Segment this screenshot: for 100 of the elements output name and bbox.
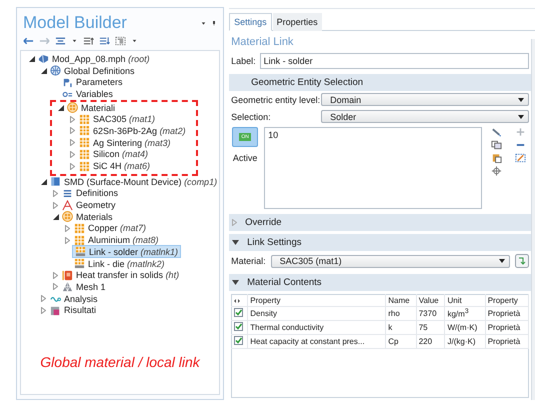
dropdown[interactable]: Solder [321, 110, 530, 123]
zoom-to-selection-icon[interactable] [491, 166, 502, 176]
annotation-text: Global material / local link [39, 354, 202, 370]
expand-arrow-icon[interactable] [70, 139, 75, 146]
table-cell: Proprietà [485, 320, 529, 334]
column-resize-icon[interactable] [234, 299, 240, 303]
expand-arrow-icon[interactable] [70, 162, 75, 170]
table-cell: rho [386, 306, 416, 320]
dropdown[interactable]: SAC305 (mat1) [270, 254, 510, 268]
caret-icon [499, 259, 506, 263]
section-header[interactable]: Link Settings [229, 234, 532, 251]
tree-item[interactable]: Geometry [60, 200, 118, 211]
section-header[interactable]: Material Contents [229, 274, 532, 291]
tree-view-icon[interactable] [115, 36, 126, 46]
field-label: Geometric entity level: [231, 94, 322, 104]
tree-item[interactable]: Mesh 1 [60, 281, 108, 292]
material-link-icon [75, 246, 86, 258]
collapse-arrow-icon[interactable] [40, 178, 46, 185]
model-file-icon [38, 53, 49, 64]
field-label: Material: [231, 256, 266, 266]
dropdown[interactable]: Domain [321, 93, 530, 106]
expand-arrow-icon[interactable] [70, 150, 75, 158]
tree-item[interactable]: SMD (Surface-Mount Device) (comp1) [48, 176, 220, 188]
tree-item[interactable]: Risultati [48, 304, 98, 316]
collapse-all-icon[interactable] [99, 36, 110, 46]
selection-list[interactable]: 10 [264, 127, 482, 209]
tree-item[interactable]: Copper (mat7) [72, 222, 148, 234]
materials-icon [67, 102, 78, 114]
show-icon[interactable] [55, 36, 66, 46]
section-header[interactable]: Override [229, 214, 532, 231]
tree-item[interactable]: Materiali [65, 102, 118, 114]
tree-item[interactable]: Analysis [48, 293, 100, 304]
label-field[interactable]: Link - solder [260, 53, 530, 69]
expand-all-icon[interactable] [83, 36, 94, 46]
tree-item[interactable]: SiC 4H (mat6) [77, 160, 152, 172]
column-header[interactable]: Value [416, 294, 445, 306]
material-grid-icon [79, 114, 90, 125]
checkbox[interactable] [234, 308, 244, 317]
column-header[interactable]: Property [485, 294, 529, 306]
tree-item[interactable]: Materials [60, 211, 115, 222]
settings-heading: Material Link [230, 35, 294, 50]
section-title: Material Contents [247, 277, 322, 288]
expand-arrow-icon[interactable] [70, 116, 75, 123]
expand-arrow-icon[interactable] [41, 295, 46, 302]
expand-arrow-icon[interactable] [70, 127, 75, 134]
field-label: Label: [231, 56, 256, 66]
caret-icon [518, 114, 524, 118]
material-grid-icon [74, 222, 85, 234]
material-grid-icon [79, 160, 90, 172]
tree-item[interactable]: Parameters [60, 76, 125, 88]
checkbox[interactable] [234, 336, 244, 345]
tree-item[interactable]: Link - die (matlnk2) [72, 258, 167, 270]
tree-item[interactable]: Mod_App_08.mph (root) [36, 53, 152, 64]
section-header[interactable]: Geometric Entity Selection [229, 74, 532, 91]
tree-item[interactable]: Global Definitions [48, 65, 137, 76]
globe-icon [50, 65, 61, 76]
tab[interactable]: Properties [272, 13, 322, 31]
column-header[interactable]: Name [386, 294, 416, 306]
checkbox[interactable] [234, 322, 244, 331]
table-cell: k [386, 320, 416, 334]
tree-item[interactable]: Link - solder (matlnk1) [72, 245, 182, 258]
collapse-arrow-icon[interactable] [58, 104, 64, 111]
pencil-icon[interactable] [491, 127, 502, 137]
collapse-arrow-icon[interactable] [40, 68, 46, 74]
column-header[interactable]: Unit [444, 294, 486, 306]
expand-arrow-icon[interactable] [65, 224, 70, 232]
back-arrow-icon[interactable] [23, 36, 34, 46]
paste-icon[interactable] [491, 153, 502, 163]
expand-arrow-icon[interactable] [53, 283, 58, 290]
tree-item[interactable]: Ag Sintering (mat3) [77, 137, 173, 148]
tab[interactable]: Settings [229, 13, 272, 31]
tree-item[interactable]: Definitions [60, 188, 120, 199]
heat-transfer-icon [62, 270, 73, 281]
tree-item[interactable]: SAC305 (mat1) [77, 114, 158, 125]
expand-arrow-icon[interactable] [65, 236, 70, 244]
copy-icon[interactable] [491, 140, 502, 150]
table-cell: Density [248, 306, 386, 320]
expand-arrow-icon[interactable] [53, 190, 58, 197]
table-cell: Proprietà [485, 306, 529, 320]
component-icon [50, 176, 61, 188]
material-grid-icon [79, 148, 90, 160]
tree-item[interactable]: Variables [60, 88, 115, 100]
go-to-source-icon[interactable] [515, 254, 530, 268]
collapse-arrow-icon[interactable] [232, 240, 240, 245]
expand-arrow-icon[interactable] [41, 306, 46, 314]
tree-item[interactable]: Silicon (mat4) [77, 148, 150, 160]
results-icon [50, 304, 61, 316]
expand-arrow-icon[interactable] [53, 272, 58, 279]
material-grid-icon [79, 137, 90, 148]
expand-arrow-icon[interactable] [53, 202, 58, 209]
clear-selection-icon[interactable] [515, 153, 526, 163]
tree-item[interactable]: Heat transfer in solids (ht) [60, 270, 182, 281]
collapse-arrow-icon[interactable] [52, 214, 58, 220]
list-icon [62, 188, 73, 199]
field-label: Selection: [231, 112, 272, 122]
tree-item[interactable]: 62Sn-36Pb-2Ag (mat2) [77, 125, 188, 136]
tree-item[interactable]: Aluminium (mat8) [72, 234, 161, 246]
column-header[interactable]: Property [248, 294, 386, 306]
collapse-arrow-icon[interactable] [232, 280, 240, 285]
collapse-arrow-icon[interactable] [28, 56, 34, 62]
